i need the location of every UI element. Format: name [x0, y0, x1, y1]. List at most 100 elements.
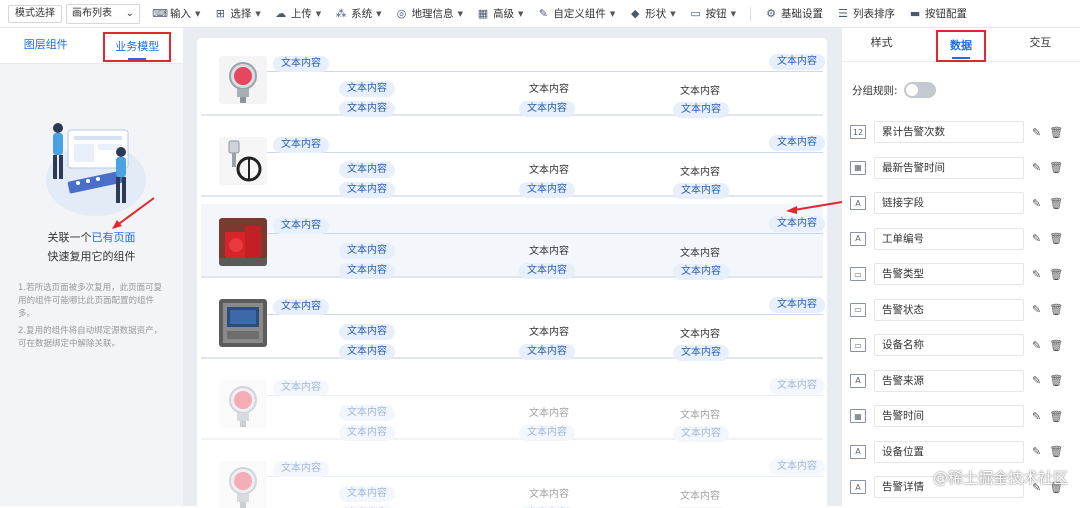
toolbar-item-label: 按钮配置 [925, 8, 968, 20]
data-field-row: A 工单编号 ✎ 🗑 [850, 227, 1075, 251]
tab-interaction[interactable]: 交互 [1001, 28, 1080, 61]
edit-icon[interactable]: ✎ [1032, 410, 1041, 423]
text-field-pill: 文本内容 [339, 182, 395, 198]
text-field-pill: 文本内容 [339, 101, 395, 117]
field-type-icon: A [850, 480, 866, 494]
toolbar-geo-menu[interactable]: ◎ 地理信息 ▼ [396, 6, 463, 21]
toolbar-button-menu[interactable]: ▭ 按钮 ▼ [690, 6, 736, 21]
trash-icon[interactable]: 🗑 [1049, 339, 1063, 352]
text-field-pill: 文本内容 [273, 56, 329, 72]
toolbar-sort-menu[interactable]: ☰ 列表排序 [837, 6, 895, 21]
mode-select-button[interactable]: 模式选择 [8, 4, 62, 23]
list-item[interactable]: 文本内容文本内容文本内容文本内容文本内容文本内容文本内容文本内容 [201, 123, 825, 199]
trash-icon[interactable]: 🗑 [1049, 303, 1063, 316]
caret-down-icon: ▼ [609, 9, 616, 18]
group-rule: 分组规则: [852, 82, 936, 98]
text-field-pill: 文本内容 [519, 101, 575, 117]
tab-layer-components[interactable]: 图层组件 [0, 28, 92, 63]
trash-icon[interactable]: 🗑 [1049, 445, 1063, 458]
data-field-row: ▭ 告警类型 ✎ 🗑 [850, 262, 1075, 286]
tab-data[interactable]: 数据 [921, 28, 1000, 62]
text-field: 文本内容 [529, 84, 569, 95]
tab-business-model-label: 业务模型 [103, 32, 172, 62]
text-field: 文本内容 [529, 489, 569, 500]
text-field: 文本内容 [680, 410, 720, 421]
list-item[interactable]: 文本内容文本内容文本内容文本内容文本内容文本内容文本内容文本内容 [201, 366, 825, 442]
data-field-label[interactable]: 累计告警次数 [874, 121, 1024, 143]
button-config-icon: ▬ [909, 7, 921, 20]
existing-page-link[interactable]: 已有页面 [92, 231, 136, 244]
text-field: 文本内容 [529, 165, 569, 176]
data-field-label[interactable]: 告警时间 [874, 405, 1024, 427]
edit-icon[interactable]: ✎ [1032, 197, 1041, 210]
caret-down-icon: ▼ [730, 9, 737, 18]
toolbar-system-menu[interactable]: ⁂ 系统 ▼ [335, 6, 382, 21]
trash-icon[interactable]: 🗑 [1049, 374, 1063, 387]
edit-icon[interactable]: ✎ [1032, 445, 1041, 458]
canvas-area: 文本内容 文本内容 文本内容 文本内容 文本内容 文本内容 文本内容 文本内容 文本内容 文本内容… [183, 28, 842, 508]
toolbar-shape-menu[interactable]: ◆ 形状 ▼ [629, 6, 676, 21]
data-field-row: A 设备位置 ✎ 🗑 [850, 440, 1075, 464]
trash-icon[interactable]: 🗑 [1049, 126, 1063, 139]
toolbar-custom-menu[interactable]: ✎ 自定义组件 ▼ [537, 6, 616, 21]
list-item[interactable]: 文本内容文本内容文本内容文本内容文本内容文本内容文本内容文本内容 [201, 285, 825, 361]
trash-icon[interactable]: 🗑 [1049, 232, 1063, 245]
data-field-label[interactable]: 告警状态 [874, 298, 1024, 321]
toolbar-settings-menu[interactable]: ⚙ 基础设置 [765, 6, 823, 21]
toolbar-upload-menu[interactable]: ☁ 上传 ▼ [275, 6, 321, 21]
reuse-subtitle: 快速复用它的组件 [47, 250, 136, 263]
tab-business-model[interactable]: 业务模型 [92, 28, 184, 63]
data-field-label[interactable]: 告警类型 [874, 263, 1024, 285]
data-field-row: 12 累计告警次数 ✎ 🗑 [850, 120, 1075, 144]
trash-icon[interactable]: 🗑 [1049, 197, 1063, 210]
toolbar-select-menu[interactable]: ⊞ 选择 ▼ [214, 6, 261, 21]
text-field-pill: 文本内容 [339, 81, 395, 97]
data-field-label[interactable]: 告警来源 [874, 369, 1024, 392]
tab-style[interactable]: 样式 [842, 28, 921, 61]
edit-icon[interactable]: ✎ [1032, 161, 1041, 174]
sort-icon: ☰ [838, 7, 848, 20]
data-field-row: ▦ 最新告警时间 ✎ 🗑 [850, 156, 1075, 180]
toolbar-advanced-menu[interactable]: ▦ 高级 ▼ [477, 6, 524, 21]
data-field-label[interactable]: 最新告警时间 [874, 156, 1024, 179]
text-field-pill: 文本内容 [273, 218, 329, 234]
data-field-label[interactable]: 设备位置 [874, 440, 1024, 463]
list-component[interactable]: 文本内容 文本内容 文本内容 文本内容 文本内容 文本内容 文本内容 文本内容 文本内容 文本内容… [197, 38, 827, 508]
edit-icon[interactable]: ✎ [1032, 126, 1041, 139]
list-item[interactable]: 文本内容文本内容文本内容文本内容文本内容文本内容文本内容文本内容 [201, 204, 825, 280]
toolbar-input-menu[interactable]: ⌨ 输入 ▼ [152, 6, 200, 21]
chevron-down-icon: ⌄ [125, 7, 134, 19]
list-item[interactable]: 文本内容文本内容文本内容文本内容文本内容文本内容文本内容文本内容 [201, 447, 825, 508]
edit-icon[interactable]: ✎ [1032, 374, 1041, 387]
text-field-pill: 文本内容 [769, 459, 825, 475]
system-icon: ⁂ [335, 7, 347, 20]
data-field-label[interactable]: 工单编号 [874, 227, 1024, 250]
trash-icon[interactable]: 🗑 [1049, 268, 1063, 281]
data-field-label[interactable]: 设备名称 [874, 334, 1024, 356]
device-image [219, 218, 267, 266]
text-field-pill: 文本内容 [339, 243, 395, 259]
top-toolbar: 模式选择 画布列表 ⌄ ⌨ 输入 ▼ ⊞ 选择 ▼ ☁ 上传 ▼ ⁂ 系统 ▼ ◎ 地理信息 ▼ ▦ 高级 ▼ ✎ 自定… [0, 0, 1080, 28]
caret-down-icon: ▼ [376, 9, 382, 18]
settings-icon: ⚙ [766, 7, 776, 20]
toolbar-button-config-menu[interactable]: ▬ 按钮配置 [909, 6, 967, 21]
text-field-pill: 文本内容 [673, 426, 729, 442]
edit-icon[interactable]: ✎ [1032, 339, 1041, 352]
edit-icon[interactable]: ✎ [1032, 232, 1041, 245]
text-field-pill: 文本内容 [339, 344, 395, 360]
trash-icon[interactable]: 🗑 [1049, 410, 1063, 423]
device-image [219, 137, 267, 185]
text-field: 文本内容 [529, 327, 569, 338]
canvas-list-select[interactable]: 画布列表 ⌄ [66, 3, 140, 24]
group-rule-toggle[interactable] [903, 82, 936, 98]
row-separator [201, 276, 823, 278]
text-field-pill: 文本内容 [339, 486, 395, 502]
advanced-icon: ▦ [477, 7, 489, 20]
toolbar-divider [750, 6, 752, 21]
edit-icon[interactable]: ✎ [1032, 268, 1041, 281]
list-item[interactable]: 文本内容文本内容文本内容文本内容文本内容文本内容文本内容文本内容 [201, 42, 825, 118]
data-field-label[interactable]: 链接字段 [874, 192, 1024, 214]
edit-icon[interactable]: ✎ [1032, 303, 1041, 316]
trash-icon[interactable]: 🗑 [1049, 161, 1063, 174]
device-image [219, 380, 267, 428]
